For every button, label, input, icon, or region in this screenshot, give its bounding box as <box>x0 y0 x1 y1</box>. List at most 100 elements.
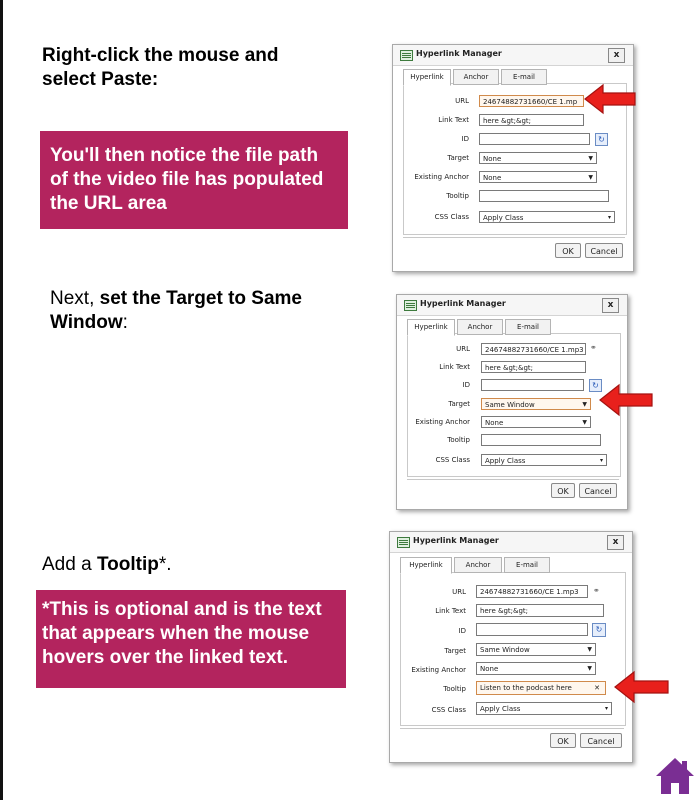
cancel-button[interactable]: Cancel <box>579 483 617 498</box>
red-arrow-icon <box>614 670 669 704</box>
chevron-down-icon: ▾ <box>607 214 611 221</box>
link-text-input[interactable]: here &gt;&gt; <box>481 361 586 373</box>
dialog-title: Hyperlink Manager <box>416 49 502 58</box>
dialog-titlebar: Hyperlink Manager x <box>390 532 632 553</box>
tab-hyperlink[interactable]: Hyperlink <box>407 319 455 336</box>
existing-anchor-label: Existing Anchor <box>414 173 469 181</box>
link-text-value: here &gt;&gt; <box>480 607 529 615</box>
tab-email[interactable]: E-mail <box>505 319 551 335</box>
ok-button[interactable]: OK <box>555 243 581 258</box>
target-value: Same Window <box>485 401 535 409</box>
link-text-value: here &gt;&gt; <box>485 364 534 372</box>
dialog-title: Hyperlink Manager <box>420 299 506 308</box>
tooltip-value: Listen to the podcast here <box>480 684 572 692</box>
link-text-input[interactable]: here &gt;&gt; <box>479 114 584 126</box>
css-class-select[interactable]: Apply Class ▾ <box>479 211 615 223</box>
css-class-select[interactable]: Apply Class ▾ <box>481 454 607 466</box>
target-value: None <box>483 155 502 163</box>
cancel-button[interactable]: Cancel <box>585 243 623 258</box>
step1-heading: Right-click the mouse and select Paste: <box>42 45 279 90</box>
target-select[interactable]: Same Window ▼ <box>481 398 591 410</box>
existing-anchor-select[interactable]: None ▼ <box>479 171 597 183</box>
url-value: 24674882731660/CE 1.mp <box>483 98 578 106</box>
dialog-separator <box>407 479 619 480</box>
chevron-down-icon: ▼ <box>582 401 587 408</box>
tab-anchor[interactable]: Anchor <box>457 319 503 335</box>
link-text-value: here &gt;&gt; <box>483 117 532 125</box>
step3-callout: *This is optional and is the text that a… <box>36 590 346 688</box>
link-text-label: Link Text <box>438 116 469 124</box>
close-button[interactable]: x <box>607 535 624 550</box>
id-input[interactable] <box>476 623 588 636</box>
link-text-label: Link Text <box>439 363 470 371</box>
cancel-button[interactable]: Cancel <box>580 733 622 748</box>
refresh-icon[interactable]: ↻ <box>595 133 608 146</box>
tab-email[interactable]: E-mail <box>501 69 547 85</box>
css-class-value: Apply Class <box>485 457 526 465</box>
url-input[interactable]: 24674882731660/CE 1.mp3 <box>476 585 588 598</box>
tooltip-input[interactable] <box>479 190 609 202</box>
close-button[interactable]: x <box>602 298 619 313</box>
css-class-label: CSS Class <box>431 706 466 714</box>
tab-anchor[interactable]: Anchor <box>454 557 502 573</box>
hyperlink-manager-dialog-3: Hyperlink Manager x Hyperlink Anchor E-m… <box>389 531 633 763</box>
url-label: URL <box>452 588 466 596</box>
existing-anchor-value: None <box>480 665 499 673</box>
chevron-down-icon: ▼ <box>587 646 592 653</box>
dialog-app-icon <box>397 537 410 548</box>
tab-email[interactable]: E-mail <box>504 557 550 573</box>
url-input[interactable]: 24674882731660/CE 1.mp <box>479 95 584 107</box>
existing-anchor-label: Existing Anchor <box>411 666 466 674</box>
id-input[interactable] <box>479 133 590 145</box>
refresh-icon[interactable]: ↻ <box>592 623 606 637</box>
chevron-down-icon: ▼ <box>582 419 587 426</box>
link-icon[interactable]: ⚭ <box>590 343 597 352</box>
target-select[interactable]: None ▼ <box>479 152 597 164</box>
url-value: 24674882731660/CE 1.mp3 <box>485 346 584 354</box>
url-label: URL <box>455 97 469 105</box>
ok-button[interactable]: OK <box>551 483 575 498</box>
close-button[interactable]: x <box>608 48 625 63</box>
css-class-value: Apply Class <box>480 705 521 713</box>
css-class-select[interactable]: Apply Class ▾ <box>476 702 612 715</box>
tab-hyperlink[interactable]: Hyperlink <box>403 69 451 86</box>
dialog-titlebar: Hyperlink Manager x <box>397 295 627 316</box>
dialog-app-icon <box>404 300 417 311</box>
existing-anchor-select[interactable]: None ▼ <box>481 416 591 428</box>
chevron-down-icon: ▾ <box>604 705 608 712</box>
dialog-app-icon <box>400 50 413 61</box>
link-text-input[interactable]: here &gt;&gt; <box>476 604 604 617</box>
css-class-value: Apply Class <box>483 214 524 222</box>
dialog-title: Hyperlink Manager <box>413 536 499 545</box>
clear-icon[interactable]: ✕ <box>594 682 600 694</box>
target-value: Same Window <box>480 646 530 654</box>
ok-button[interactable]: OK <box>550 733 576 748</box>
dialog-separator <box>403 237 625 238</box>
link-icon[interactable]: ⚭ <box>593 586 600 595</box>
chevron-down-icon: ▼ <box>588 174 593 181</box>
tab-anchor[interactable]: Anchor <box>453 69 499 85</box>
hyperlink-manager-dialog-2: Hyperlink Manager x Hyperlink Anchor E-m… <box>396 294 628 510</box>
url-input[interactable]: 24674882731660/CE 1.mp3 <box>481 343 586 355</box>
css-class-label: CSS Class <box>435 456 470 464</box>
tab-hyperlink[interactable]: Hyperlink <box>400 557 452 574</box>
tooltip-label: Tooltip <box>447 436 470 444</box>
tooltip-label: Tooltip <box>443 685 466 693</box>
target-label: Target <box>448 400 470 408</box>
target-label: Target <box>444 647 466 655</box>
dialog-titlebar: Hyperlink Manager x <box>393 45 633 66</box>
home-icon[interactable] <box>654 756 696 796</box>
red-arrow-icon <box>599 383 653 417</box>
existing-anchor-value: None <box>485 419 504 427</box>
step2-instruction: Next, set the Target to Same Window: <box>50 288 302 333</box>
tooltip-input[interactable] <box>481 434 601 446</box>
existing-anchor-select[interactable]: None ▼ <box>476 662 596 675</box>
id-input[interactable] <box>481 379 584 391</box>
id-label: ID <box>462 381 470 389</box>
target-label: Target <box>447 154 469 162</box>
url-value: 24674882731660/CE 1.mp3 <box>480 588 579 596</box>
step3-instruction: Add a Tooltip*. <box>42 554 172 575</box>
link-text-label: Link Text <box>435 607 466 615</box>
target-select[interactable]: Same Window ▼ <box>476 643 596 656</box>
tooltip-input[interactable]: Listen to the podcast here ✕ <box>476 681 606 695</box>
